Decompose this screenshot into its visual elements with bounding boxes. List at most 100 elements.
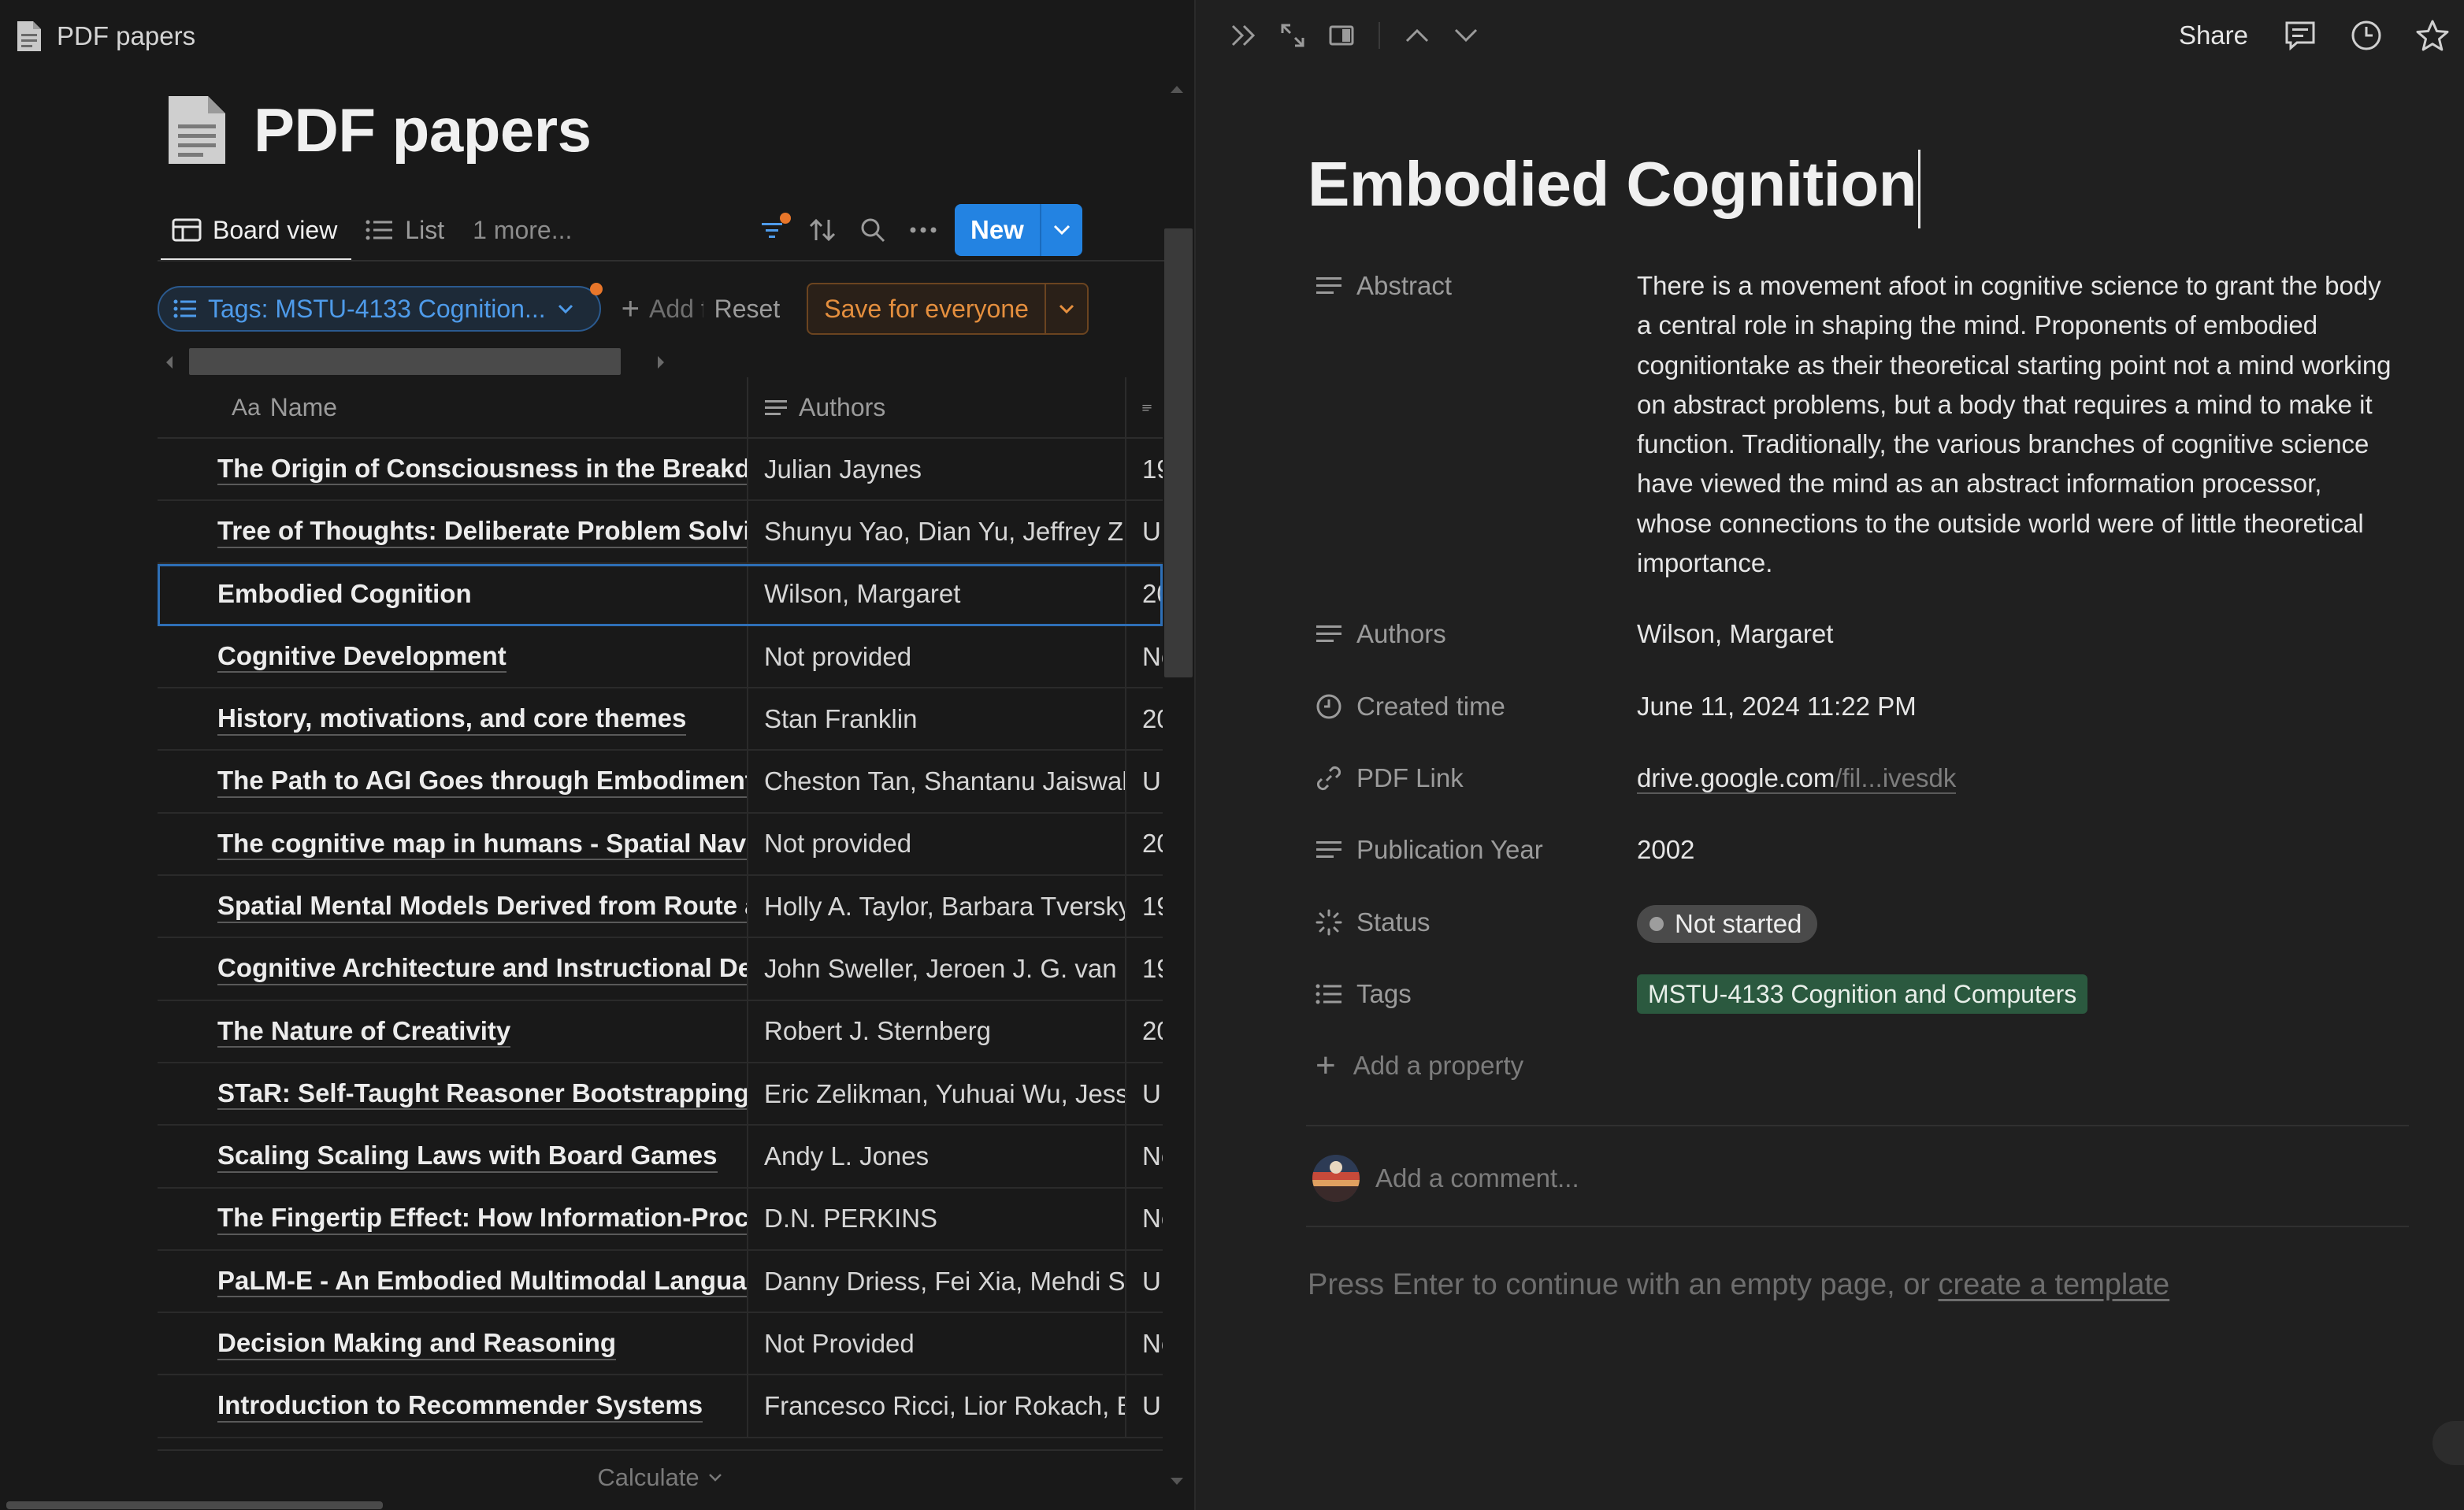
cell-year[interactable]: 19	[1125, 938, 1163, 1000]
property-label[interactable]: Abstract	[1315, 266, 1637, 306]
open-full-page-button[interactable]	[1268, 11, 1317, 60]
breadcrumb-title[interactable]: PDF papers	[57, 21, 195, 51]
page-document-icon[interactable]	[164, 93, 230, 167]
cell-authors[interactable]: Francesco Ricci, Lior Rokach, Bracha	[747, 1375, 1125, 1437]
cell-year[interactable]: Ur	[1125, 1375, 1163, 1437]
table-row[interactable]: Decision Making and Reasoning Not Provid…	[158, 1313, 1163, 1376]
status-value[interactable]: Not started	[1637, 903, 2393, 943]
favorite-button[interactable]	[2399, 11, 2464, 60]
cell-name[interactable]: The Fingertip Effect: How Information-Pr…	[158, 1189, 747, 1249]
cell-year[interactable]: 19	[1125, 439, 1163, 500]
previous-page-button[interactable]	[1393, 11, 1442, 60]
cell-name[interactable]: Decision Making and Reasoning	[158, 1313, 747, 1374]
calculate-row[interactable]: Calculate	[158, 1449, 1163, 1504]
cell-year[interactable]: 20	[1125, 813, 1163, 875]
next-page-button[interactable]	[1442, 11, 1490, 60]
cell-year[interactable]: 20	[1125, 688, 1163, 750]
ai-assistant-button[interactable]	[2432, 1421, 2464, 1465]
cell-authors[interactable]: D.N. PERKINS	[747, 1188, 1125, 1249]
table-row[interactable]: Cognitive Development Not provided No	[158, 625, 1163, 689]
table-row[interactable]: The Path to AGI Goes through Embodiment …	[158, 751, 1163, 814]
tag-badge[interactable]: MSTU-4133 Cognition and Computers	[1637, 974, 2088, 1014]
table-row[interactable]: Tree of Thoughts: Deliberate Problem Sol…	[158, 501, 1163, 564]
property-label[interactable]: Publication Year	[1315, 830, 1637, 870]
table-row[interactable]: The Nature of Creativity Robert J. Stern…	[158, 1000, 1163, 1063]
share-button[interactable]: Share	[2160, 9, 2267, 61]
cell-year[interactable]: 20	[1125, 563, 1163, 625]
cell-name[interactable]: Introduction to Recommender Systems	[158, 1375, 747, 1436]
table-row[interactable]: The Origin of Consciousness in the Break…	[158, 439, 1163, 502]
link-path[interactable]: /fil...ivesdk	[1835, 763, 1957, 794]
column-header-authors[interactable]: Authors	[747, 377, 1125, 438]
cell-year[interactable]: 19	[1125, 876, 1163, 937]
cell-authors[interactable]: Julian Jaynes	[747, 439, 1125, 500]
table-row[interactable]: STaR: Self-Taught Reasoner Bootstrapping…	[158, 1063, 1163, 1126]
cell-name[interactable]: The Path to AGI Goes through Embodiment	[158, 751, 747, 811]
table-row[interactable]: Spatial Mental Models Derived from Route…	[158, 876, 1163, 939]
column-header-year[interactable]	[1125, 377, 1163, 438]
cell-authors[interactable]: Stan Franklin	[747, 688, 1125, 750]
cell-authors[interactable]: Holly A. Taylor, Barbara Tversky	[747, 876, 1125, 937]
publication-year-value[interactable]: 2002	[1637, 830, 2393, 870]
abstract-value[interactable]: There is a movement afoot in cognitive s…	[1637, 266, 2393, 583]
tags-value[interactable]: MSTU-4133 Cognition and Computers	[1637, 974, 2393, 1014]
table-row-selected[interactable]: Embodied Cognition Wilson, Margaret 20	[158, 563, 1163, 626]
sort-button[interactable]	[797, 205, 848, 255]
cell-authors[interactable]: Wilson, Margaret	[747, 563, 1125, 625]
cell-authors[interactable]: Andy L. Jones	[747, 1126, 1125, 1187]
cell-name[interactable]: Embodied Cognition	[158, 564, 747, 625]
cell-authors[interactable]: Cheston Tan, Shantanu Jaiswal	[747, 751, 1125, 812]
property-label[interactable]: Status	[1315, 903, 1637, 942]
pdf-link-value[interactable]: drive.google.com/fil...ivesdk	[1637, 759, 2393, 798]
create-template-link[interactable]: create a template	[1939, 1268, 2170, 1301]
link-host[interactable]: drive.google.com	[1637, 763, 1835, 794]
property-label[interactable]: PDF Link	[1315, 759, 1637, 798]
cell-name[interactable]: The Origin of Consciousness in the Break…	[158, 439, 747, 499]
cell-authors[interactable]: Danny Driess, Fei Xia, Mehdi S. M.	[747, 1250, 1125, 1312]
cell-name[interactable]: The cognitive map in humans - Spatial Na…	[158, 814, 747, 874]
comment-composer[interactable]: Add a comment...	[1312, 1153, 1579, 1204]
column-header-name[interactable]: Aa Name	[158, 377, 747, 438]
table-row[interactable]: The cognitive map in humans - Spatial Na…	[158, 813, 1163, 877]
tab-board-view[interactable]: Board view	[158, 198, 352, 262]
status-badge[interactable]: Not started	[1637, 905, 1818, 943]
save-dropdown-button[interactable]	[1044, 284, 1087, 333]
document-title[interactable]: Embodied Cognition	[1308, 148, 1921, 228]
cell-year[interactable]: No	[1125, 1126, 1163, 1187]
cell-name[interactable]: Tree of Thoughts: Deliberate Problem Sol…	[158, 501, 747, 562]
comment-input[interactable]: Add a comment...	[1375, 1163, 1579, 1193]
tags-filter-chip[interactable]: Tags: MSTU-4133 Cognition...	[158, 283, 603, 332]
cell-authors[interactable]: Eric Zelikman, Yuhuai Wu, Jesse Mu	[747, 1063, 1125, 1125]
cell-name[interactable]: History, motivations, and core themes	[158, 688, 747, 749]
add-filter-button[interactable]: + Add filter	[622, 291, 703, 327]
cell-year[interactable]: No	[1125, 1188, 1163, 1249]
bottom-scroll-thumb[interactable]	[6, 1501, 383, 1509]
cell-authors[interactable]: Shunyu Yao, Dian Yu, Jeffrey Zhao	[747, 501, 1125, 562]
table-row[interactable]: Introduction to Recommender Systems Fran…	[158, 1375, 1163, 1438]
add-property-button[interactable]: + Add a property	[1315, 1046, 1523, 1085]
cell-authors[interactable]: Not provided	[747, 813, 1125, 875]
cell-year[interactable]: 20	[1125, 1000, 1163, 1062]
scroll-down-icon[interactable]	[1169, 1476, 1185, 1487]
cell-year[interactable]: Ur	[1125, 751, 1163, 812]
side-peek-button[interactable]	[1317, 11, 1366, 60]
cell-name[interactable]: Spatial Mental Models Derived from Route…	[158, 876, 747, 937]
cell-name[interactable]: PaLM-E - An Embodied Multimodal Language…	[158, 1251, 747, 1312]
cell-name[interactable]: The Nature of Creativity	[158, 1001, 747, 1062]
cell-name[interactable]: Cognitive Architecture and Instructional…	[158, 938, 747, 999]
save-for-everyone-button[interactable]: Save for everyone	[808, 284, 1045, 333]
cell-name[interactable]: Scaling Scaling Laws with Board Games	[158, 1126, 747, 1186]
table-row[interactable]: Scaling Scaling Laws with Board Games An…	[158, 1126, 1163, 1189]
filter-button[interactable]	[747, 205, 797, 255]
cell-year[interactable]: Ur	[1125, 1250, 1163, 1312]
cell-authors[interactable]: Robert J. Sternberg	[747, 1000, 1125, 1062]
property-label[interactable]: Tags	[1315, 974, 1637, 1014]
cell-name[interactable]: STaR: Self-Taught Reasoner Bootstrapping…	[158, 1063, 747, 1124]
horizontal-scroll-thumb[interactable]	[189, 348, 621, 375]
property-label[interactable]: Authors	[1315, 614, 1637, 654]
cell-year[interactable]: No	[1125, 625, 1163, 688]
cell-authors[interactable]: Not provided	[747, 625, 1125, 688]
table-row[interactable]: PaLM-E - An Embodied Multimodal Language…	[158, 1250, 1163, 1314]
tab-list[interactable]: List	[351, 198, 458, 262]
close-peek-button[interactable]	[1219, 11, 1268, 60]
